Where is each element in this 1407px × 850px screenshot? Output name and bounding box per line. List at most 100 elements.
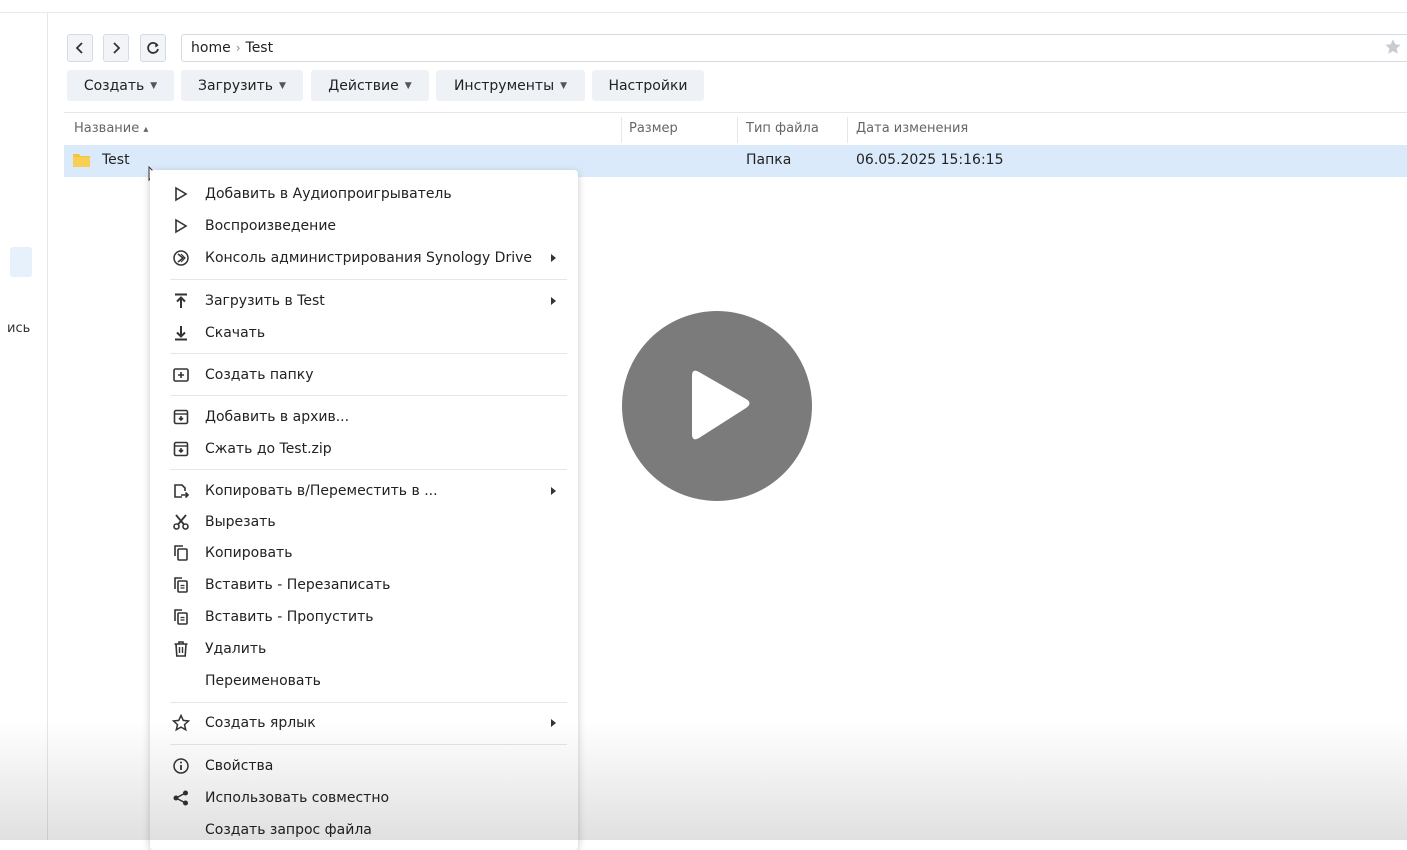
menu-item-label: Воспроизведение — [205, 218, 337, 234]
back-button[interactable] — [67, 34, 93, 62]
caret-down-icon: ▼ — [560, 80, 568, 91]
menu-item-paste-overwrite[interactable]: Вставить - Перезаписать — [150, 570, 578, 600]
play-outline-icon — [175, 186, 188, 202]
chevron-right-icon — [113, 42, 121, 54]
menu-item-label: Создать ярлык — [205, 715, 316, 731]
column-type[interactable]: Тип файла — [746, 121, 819, 136]
menu-item-playback[interactable]: Воспроизведение — [150, 211, 578, 241]
menu-item-label: Загрузить в Test — [205, 293, 325, 309]
upload-button[interactable]: Загрузить ▼ — [181, 70, 303, 101]
copy-icon — [174, 545, 188, 561]
settings-button[interactable]: Настройки — [592, 70, 704, 101]
row-modified: 06.05.2025 15:16:15 — [856, 152, 1004, 168]
caret-down-icon: ▼ — [279, 80, 286, 91]
menu-separator — [170, 353, 567, 354]
video-play-button[interactable] — [622, 311, 812, 501]
upload-button-label: Загрузить — [198, 77, 274, 94]
upload-icon — [175, 293, 187, 308]
star-outline-icon — [172, 714, 190, 732]
menu-item-label: Удалить — [205, 641, 267, 657]
menu-item-label: Создать запрос файла — [205, 822, 372, 838]
tools-button[interactable]: Инструменты ▼ — [436, 70, 585, 101]
menu-item-label: Копировать — [205, 545, 293, 561]
menu-item-copy[interactable]: Копировать — [150, 538, 578, 568]
share-icon — [173, 790, 188, 806]
menu-item-upload-to[interactable]: Загрузить в Test — [150, 286, 578, 316]
menu-item-add-to-audio-player[interactable]: Добавить в Аудиопроигрыватель — [150, 179, 578, 209]
menu-item-copy-move-to[interactable]: Копировать в/Переместить в ... — [150, 476, 578, 506]
column-modified[interactable]: Дата изменения — [856, 121, 968, 136]
synology-drive-icon — [173, 250, 189, 266]
context-menu: Добавить в Аудиопроигрыватель Воспроизве… — [150, 170, 578, 850]
breadcrumb-current[interactable]: Test — [246, 40, 274, 56]
path-bar[interactable]: home › Test — [181, 34, 1407, 62]
info-icon — [173, 758, 189, 774]
new-folder-icon — [173, 368, 189, 382]
menu-item-create-folder[interactable]: Создать папку — [150, 360, 578, 390]
menu-item-label: Сжать до Test.zip — [205, 441, 332, 457]
menu-item-download[interactable]: Скачать — [150, 318, 578, 348]
action-button[interactable]: Действие ▼ — [311, 70, 429, 101]
menu-item-compress-zip[interactable]: Сжать до Test.zip — [150, 434, 578, 464]
menu-item-file-request[interactable]: Создать запрос файла — [150, 815, 578, 845]
submenu-arrow-icon — [551, 719, 556, 727]
column-divider[interactable] — [737, 117, 738, 143]
menu-item-label: Консоль администрирования Synology Drive — [205, 250, 532, 266]
menu-item-share[interactable]: Использовать совместно — [150, 783, 578, 813]
archive-icon — [173, 409, 189, 425]
column-name[interactable]: Название ▴ — [74, 121, 148, 136]
menu-separator — [170, 469, 567, 470]
menu-item-delete[interactable]: Удалить — [150, 634, 578, 664]
archive-icon — [173, 441, 189, 457]
sidebar-item-label[interactable]: ись — [7, 321, 30, 336]
settings-button-label: Настройки — [608, 77, 688, 94]
menu-item-rename[interactable]: Переименовать — [150, 666, 578, 696]
tools-button-label: Инструменты — [453, 77, 555, 94]
trash-icon — [174, 641, 188, 657]
paste-icon — [174, 609, 188, 625]
menu-item-label: Вставить - Перезаписать — [205, 577, 391, 593]
column-size[interactable]: Размер — [629, 121, 678, 136]
favorite-star-icon[interactable] — [1384, 38, 1402, 56]
refresh-button[interactable] — [140, 34, 166, 62]
video-play-icon — [692, 370, 750, 440]
column-divider[interactable] — [847, 117, 848, 143]
menu-item-label: Создать папку — [205, 367, 314, 383]
submenu-arrow-icon — [551, 297, 556, 305]
chevron-left-icon — [75, 42, 83, 54]
menu-item-label: Копировать в/Переместить в ... — [205, 483, 438, 499]
create-button[interactable]: Создать ▼ — [67, 70, 174, 101]
sidebar: ись — [0, 13, 48, 840]
menu-separator — [170, 279, 567, 280]
sidebar-selected-item[interactable] — [10, 247, 32, 277]
menu-item-paste-skip[interactable]: Вставить - Пропустить — [150, 602, 578, 632]
menu-item-label: Использовать совместно — [205, 790, 390, 806]
submenu-arrow-icon — [551, 254, 556, 262]
menu-item-label: Переименовать — [205, 673, 321, 689]
forward-button[interactable] — [103, 34, 129, 62]
submenu-arrow-icon — [551, 487, 556, 495]
play-outline-icon — [175, 218, 188, 234]
menu-item-add-to-archive[interactable]: Добавить в архив... — [150, 402, 578, 432]
menu-item-properties[interactable]: Свойства — [150, 751, 578, 781]
menu-item-label: Вставить - Пропустить — [205, 609, 374, 625]
menu-item-label: Свойства — [205, 758, 274, 774]
column-divider[interactable] — [621, 117, 622, 143]
refresh-icon — [147, 42, 159, 54]
row-type: Папка — [746, 152, 792, 168]
sort-asc-icon: ▴ — [143, 124, 149, 135]
caret-down-icon: ▼ — [150, 80, 158, 91]
breadcrumb-separator-icon: › — [235, 41, 241, 55]
menu-item-create-shortcut[interactable]: Создать ярлык — [150, 708, 578, 738]
menu-item-label: Вырезать — [205, 514, 276, 530]
table-header: Название ▴ Размер Тип файла Дата изменен… — [64, 112, 1407, 145]
scissors-icon — [173, 514, 189, 530]
paste-icon — [174, 577, 188, 593]
action-button-label: Действие — [328, 77, 399, 94]
breadcrumb-home[interactable]: home — [191, 40, 231, 56]
folder-icon — [73, 154, 90, 167]
download-icon — [175, 326, 187, 341]
menu-item-synology-drive-console[interactable]: Консоль администрирования Synology Drive — [150, 243, 578, 273]
menu-item-cut[interactable]: Вырезать — [150, 507, 578, 537]
copy-move-icon — [174, 484, 190, 499]
